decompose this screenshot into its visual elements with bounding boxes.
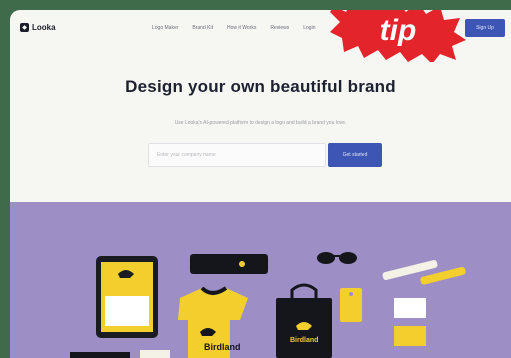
tip-badge: tip	[330, 10, 466, 62]
pencil-case	[190, 254, 268, 274]
t-shirt: Birdland	[178, 286, 248, 358]
signup-button[interactable]: Sign Up	[465, 19, 505, 37]
business-card-yellow	[394, 326, 426, 346]
box	[70, 352, 130, 358]
bag-brand-text: Birdland	[290, 337, 318, 344]
logo-icon: ◆	[20, 23, 29, 32]
sunglasses	[317, 252, 357, 264]
shopping-bag: Birdland	[276, 283, 332, 358]
page-title: Design your own beautiful brand	[125, 77, 396, 96]
get-started-button[interactable]: Get started	[328, 143, 382, 167]
menu-item-login[interactable]: Login	[299, 22, 319, 34]
menu-item-how-it-works[interactable]: How it Works	[223, 22, 260, 34]
menu-item-reviews[interactable]: Reviews	[266, 22, 293, 34]
menu-item-brand-kit[interactable]: Brand Kit	[188, 22, 217, 34]
pencil-case-logo	[239, 261, 245, 267]
logo-text: Looka	[32, 23, 56, 32]
tshirt-brand-text: Birdland	[204, 342, 241, 352]
brand-showcase-image: Birdland Birdland	[10, 202, 511, 358]
site-logo[interactable]: ◆ Looka	[20, 23, 56, 32]
menu-item-logo-maker[interactable]: Logo Maker	[148, 22, 182, 34]
merchandise-illustration: Birdland Birdland	[70, 252, 466, 358]
browser-page: ◆ Looka Logo Maker Brand Kit How it Work…	[10, 10, 511, 358]
page-subtitle: Use Looka's AI-powered platform to desig…	[174, 120, 347, 126]
tablet-mockup	[96, 256, 158, 338]
notepad	[140, 350, 170, 358]
main-menu: Logo Maker Brand Kit How it Works Review…	[148, 22, 319, 34]
company-name-input[interactable]	[148, 143, 326, 167]
tip-text: tip	[380, 14, 417, 47]
business-card	[394, 298, 426, 318]
